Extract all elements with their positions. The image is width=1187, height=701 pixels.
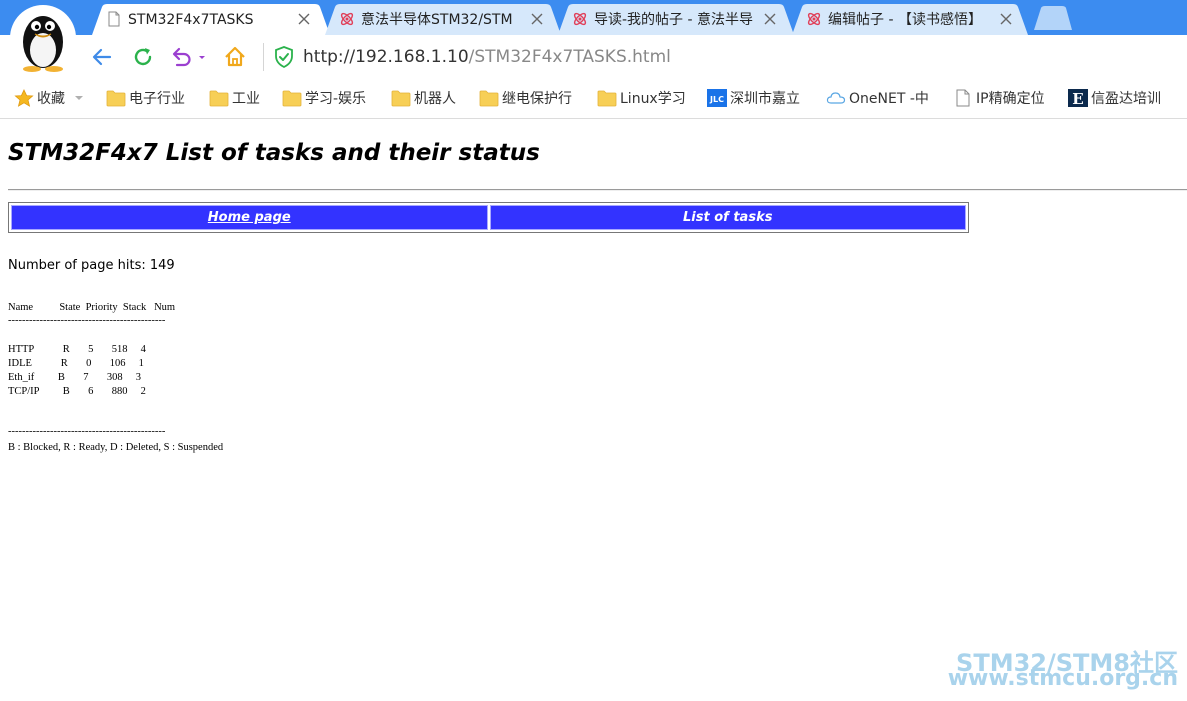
task-table-header: Name State Priority Stack Num: [8, 302, 176, 313]
tab-title: 意法半导体STM32/STM: [361, 12, 513, 28]
task-row: HTTP R 5 518 4: [8, 344, 146, 355]
stmcu-icon: [340, 12, 354, 26]
toolbar-separator: [263, 43, 264, 71]
url-path: /STM32F4x7TASKS.html: [468, 47, 671, 67]
refresh-icon[interactable]: [131, 45, 155, 69]
page-icon: [108, 11, 120, 27]
new-tab-button[interactable]: [1034, 6, 1072, 30]
close-icon[interactable]: [529, 11, 545, 27]
folder-icon: [106, 90, 126, 107]
home-page-label: Home page: [207, 210, 291, 225]
browser-logo-icon[interactable]: [10, 4, 76, 72]
list-of-tasks-cell: List of tasks: [489, 205, 966, 230]
task-row: Eth_if B 7 308 3: [8, 372, 141, 383]
home-page-link[interactable]: Home page: [11, 205, 488, 230]
bookmark-label: 信盈达培训: [1091, 91, 1161, 107]
bookmark-label: 深圳市嘉立: [730, 91, 800, 107]
bookmark-label: 继电保护行: [502, 91, 572, 107]
bookmark-label: 电子行业: [129, 91, 185, 107]
chevron-down-icon: [75, 96, 83, 100]
close-icon[interactable]: [998, 11, 1014, 27]
bookmark-folder[interactable]: Linux学习: [597, 87, 686, 109]
tab-edit-post[interactable]: 编辑帖子 - 【读书感悟】: [792, 4, 1028, 35]
bookmark-folder[interactable]: 机器人: [391, 87, 456, 109]
bookmark-link[interactable]: OneNET -中: [826, 87, 929, 109]
tab-active[interactable]: STM32F4x7TASKS: [92, 4, 330, 35]
jlc-icon: JLC: [707, 89, 727, 107]
svg-text:JLC: JLC: [709, 95, 724, 104]
undo-close-tab-icon[interactable]: [169, 45, 205, 69]
watermark-url: www.stmcu.org.cn: [947, 666, 1178, 691]
tab-title: 导读-我的帖子 - 意法半导: [594, 12, 754, 28]
page-title: STM32F4x7 List of tasks and their status: [8, 140, 540, 166]
bookmark-label: IP精确定位: [976, 91, 1045, 107]
bookmarks-bar: 收藏 电子行业 工业 学习-娱乐 机器人 继电保护行 Linux学习 JLC 深…: [0, 78, 1187, 119]
home-icon[interactable]: [223, 45, 247, 69]
bookmark-link[interactable]: E 信盈达培训: [1068, 87, 1161, 109]
folder-icon: [391, 90, 411, 107]
task-row: TCP/IP B 6 880 2: [8, 386, 146, 397]
star-icon: [14, 89, 34, 107]
bookmark-folder[interactable]: 学习-娱乐: [282, 87, 366, 109]
bookmark-label: Linux学习: [620, 91, 686, 107]
stmcu-icon: [573, 12, 587, 26]
bookmark-label: 工业: [232, 91, 260, 107]
tab-title: 编辑帖子 - 【读书感悟】: [828, 12, 982, 28]
bookmark-link[interactable]: IP精确定位: [953, 87, 1045, 109]
task-table-divider: ----------------------------------------…: [8, 315, 166, 326]
bookmark-folder[interactable]: 工业: [209, 87, 260, 109]
bookmark-favorites[interactable]: 收藏: [14, 87, 85, 109]
folder-icon: [597, 90, 617, 107]
tab-my-posts[interactable]: 导读-我的帖子 - 意法半导: [558, 4, 794, 35]
bookmark-link[interactable]: JLC 深圳市嘉立: [707, 87, 800, 109]
page-icon: [956, 89, 970, 107]
task-state-legend: B : Blocked, R : Ready, D : Deleted, S :…: [8, 442, 224, 453]
tab-stmcu-home[interactable]: 意法半导体STM32/STM: [325, 4, 561, 35]
bookmark-label: 学习-娱乐: [305, 91, 367, 107]
navigation-bar: http://192.168.1.10/STM32F4x7TASKS.html: [0, 35, 1187, 78]
page-hits-counter: Number of page hits: 149: [8, 258, 175, 273]
cloud-icon: [826, 92, 846, 104]
page-content: STM32F4x7 List of tasks and their status…: [0, 120, 1187, 701]
e-logo-icon: E: [1068, 89, 1088, 107]
folder-icon: [282, 90, 302, 107]
stmcu-icon: [807, 12, 821, 26]
task-table-divider: ----------------------------------------…: [8, 426, 166, 437]
bookmark-folder[interactable]: 电子行业: [106, 87, 185, 109]
tab-strip: STM32F4x7TASKS 意法半导体STM32/STM 导读-我的帖子 - …: [0, 0, 1187, 35]
task-row: IDLE R 0 106 1: [8, 358, 144, 369]
horizontal-rule: [8, 189, 1187, 191]
close-icon[interactable]: [762, 11, 778, 27]
nav-menu-table: Home page List of tasks: [8, 202, 969, 233]
url-host: http://192.168.1.10: [303, 47, 469, 67]
svg-text:E: E: [1072, 90, 1083, 107]
bookmark-label: 机器人: [414, 91, 456, 107]
close-icon[interactable]: [296, 11, 312, 27]
list-of-tasks-label: List of tasks: [683, 210, 773, 225]
address-input[interactable]: http://192.168.1.10/STM32F4x7TASKS.html: [303, 45, 671, 69]
folder-icon: [209, 90, 229, 107]
bookmark-label: 收藏: [37, 91, 65, 107]
folder-icon: [479, 90, 499, 107]
security-shield-icon[interactable]: [274, 46, 294, 68]
bookmark-label: OneNET -中: [849, 91, 929, 107]
tab-title: STM32F4x7TASKS: [128, 12, 254, 28]
bookmark-folder[interactable]: 继电保护行: [479, 87, 572, 109]
back-arrow-icon[interactable]: [90, 45, 114, 69]
